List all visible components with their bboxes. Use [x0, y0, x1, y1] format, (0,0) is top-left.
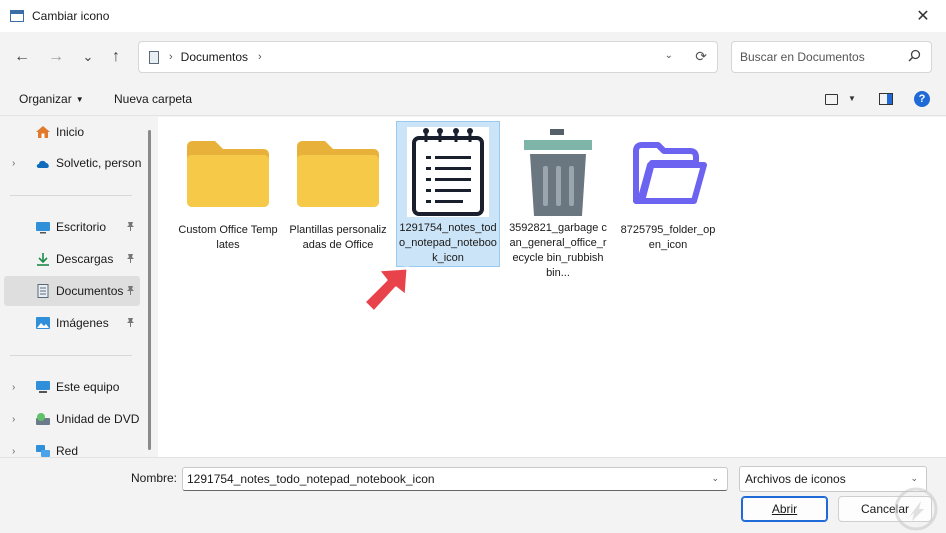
title-bar: Cambiar icono ✕: [0, 0, 946, 32]
sidebar-divider: [10, 355, 132, 356]
desktop-icon: [36, 222, 50, 234]
sidebar-item-label: Inicio: [56, 125, 85, 139]
pin-icon[interactable]: [126, 285, 135, 298]
file-item[interactable]: 8725795_folder_open_icon: [616, 121, 720, 267]
sidebar-item-label: Descargas: [56, 252, 114, 266]
navigation-pane: Inicio › Solvetic, person Escritorio Des…: [0, 117, 148, 457]
download-icon: [37, 253, 49, 266]
organize-caret-icon: ▼: [75, 95, 84, 104]
pictures-icon: [36, 317, 50, 329]
filename-dropdown-icon[interactable]: ⌄: [711, 473, 719, 484]
sidebar-item-descargas[interactable]: Descargas: [0, 244, 140, 274]
recent-locations-button[interactable]: ⌄: [76, 45, 100, 69]
pin-icon[interactable]: [126, 221, 135, 234]
back-button[interactable]: ←: [10, 45, 34, 69]
sidebar-scrollbar[interactable]: [148, 130, 151, 450]
window-title: Cambiar icono: [32, 9, 110, 23]
open-button[interactable]: Abrir: [741, 496, 828, 522]
document-icon: [37, 284, 49, 298]
home-icon: [36, 126, 50, 138]
close-button[interactable]: ✕: [900, 0, 946, 32]
preview-pane-icon[interactable]: [879, 93, 893, 105]
expand-chevron-icon[interactable]: ›: [12, 382, 15, 393]
new-folder-button[interactable]: Nueva carpeta: [114, 92, 192, 106]
file-name: 8725795_folder_open_icon: [620, 224, 716, 251]
folder-icon: [293, 126, 383, 220]
expand-chevron-icon[interactable]: ›: [12, 446, 15, 457]
sidebar-item-label: Documentos: [56, 284, 124, 298]
computer-icon: [36, 381, 50, 393]
filetype-value: Archivos de iconos: [745, 472, 846, 486]
sidebar-item-label: Escritorio: [56, 220, 107, 234]
file-item[interactable]: Plantillas personalizadas de Office: [286, 121, 390, 267]
refresh-icon[interactable]: ⟳: [695, 48, 707, 65]
view-mode-icon[interactable]: [825, 94, 838, 105]
sidebar-item-red[interactable]: › Red: [0, 436, 140, 457]
sidebar-item-label: Este equipo: [56, 380, 120, 394]
magnifier-icon[interactable]: [908, 49, 921, 65]
search-input[interactable]: [740, 50, 900, 64]
filetype-dropdown-icon[interactable]: ⌄: [910, 473, 918, 484]
filename-combobox[interactable]: ⌄: [182, 467, 728, 491]
expand-chevron-icon[interactable]: ›: [12, 414, 15, 425]
sidebar-item-label: Solvetic, person: [56, 156, 142, 170]
file-item[interactable]: 3592821_garbage can_general_office_recyc…: [506, 121, 610, 279]
open-button-label: Abrir: [771, 502, 798, 516]
sidebar-item-solvetic[interactable]: › Solvetic, person: [0, 148, 142, 178]
breadcrumb-separator-icon[interactable]: ›: [169, 51, 173, 63]
filename-input[interactable]: [187, 472, 697, 486]
help-icon[interactable]: ?: [914, 91, 930, 107]
sidebar-item-documentos[interactable]: Documentos: [4, 276, 140, 306]
sidebar-item-label: Imágenes: [56, 316, 109, 330]
sidebar-item-unidad-dvd[interactable]: › Unidad de DVD: [0, 404, 140, 434]
document-location-icon: [149, 50, 159, 64]
file-name: Plantillas personalizadas de Office: [289, 224, 387, 251]
up-button[interactable]: ↑: [104, 45, 128, 69]
filename-label: Nombre:: [131, 471, 178, 485]
command-toolbar: Organizar ▼ Nueva carpeta ▼ ?: [0, 82, 946, 116]
address-dropdown-icon[interactable]: ⌄: [665, 50, 673, 61]
sidebar-item-label: Red: [56, 444, 79, 457]
onedrive-cloud-icon: [36, 160, 49, 168]
pointer-arrow-icon: [362, 266, 410, 314]
expand-chevron-icon[interactable]: ›: [12, 158, 15, 169]
file-name: 1291754_notes_todo_notepad_notebook_icon: [399, 222, 497, 264]
search-box[interactable]: [731, 41, 932, 73]
organize-label: Organizar: [19, 92, 72, 106]
sidebar-item-imagenes[interactable]: Imágenes: [0, 308, 140, 338]
notepad-icon: [403, 126, 493, 218]
file-list-pane: Custom Office Templates Plantillas perso…: [158, 117, 946, 457]
folder-icon: [183, 126, 273, 220]
navigation-bar: ← → ⌄ ↑ › Documentos › ⌄ ⟳: [0, 32, 946, 82]
watermark-logo-icon: [894, 487, 938, 531]
sidebar-divider: [10, 195, 132, 196]
file-item-selected[interactable]: 1291754_notes_todo_notepad_notebook_icon: [396, 121, 500, 267]
network-icon: [36, 445, 50, 457]
view-options-caret-icon[interactable]: ▼: [848, 94, 856, 103]
sidebar-item-este-equipo[interactable]: › Este equipo: [0, 372, 140, 402]
trash-can-icon: [513, 126, 603, 218]
sidebar-item-label: Unidad de DVD: [56, 412, 140, 426]
sidebar-item-inicio[interactable]: Inicio: [0, 117, 140, 147]
file-name-bar: Nombre: ⌄ Archivos de iconos ⌄ Abrir Can…: [0, 457, 946, 533]
pin-icon[interactable]: [126, 317, 135, 330]
pin-icon[interactable]: [126, 253, 135, 266]
breadcrumb-documentos[interactable]: Documentos: [181, 50, 248, 64]
file-name: Custom Office Templates: [178, 224, 278, 251]
file-name: 3592821_garbage can_general_office_recyc…: [509, 222, 607, 279]
dvd-drive-icon: [36, 413, 50, 425]
sidebar-item-escritorio[interactable]: Escritorio: [0, 212, 140, 242]
window-app-icon: [10, 10, 24, 22]
organize-button[interactable]: Organizar ▼: [19, 92, 84, 106]
open-folder-icon: [623, 126, 713, 220]
forward-button[interactable]: →: [44, 45, 68, 69]
file-item[interactable]: Custom Office Templates: [176, 121, 280, 267]
breadcrumb-chevron-icon[interactable]: ›: [258, 51, 262, 63]
address-bar[interactable]: › Documentos › ⌄ ⟳: [138, 41, 718, 73]
